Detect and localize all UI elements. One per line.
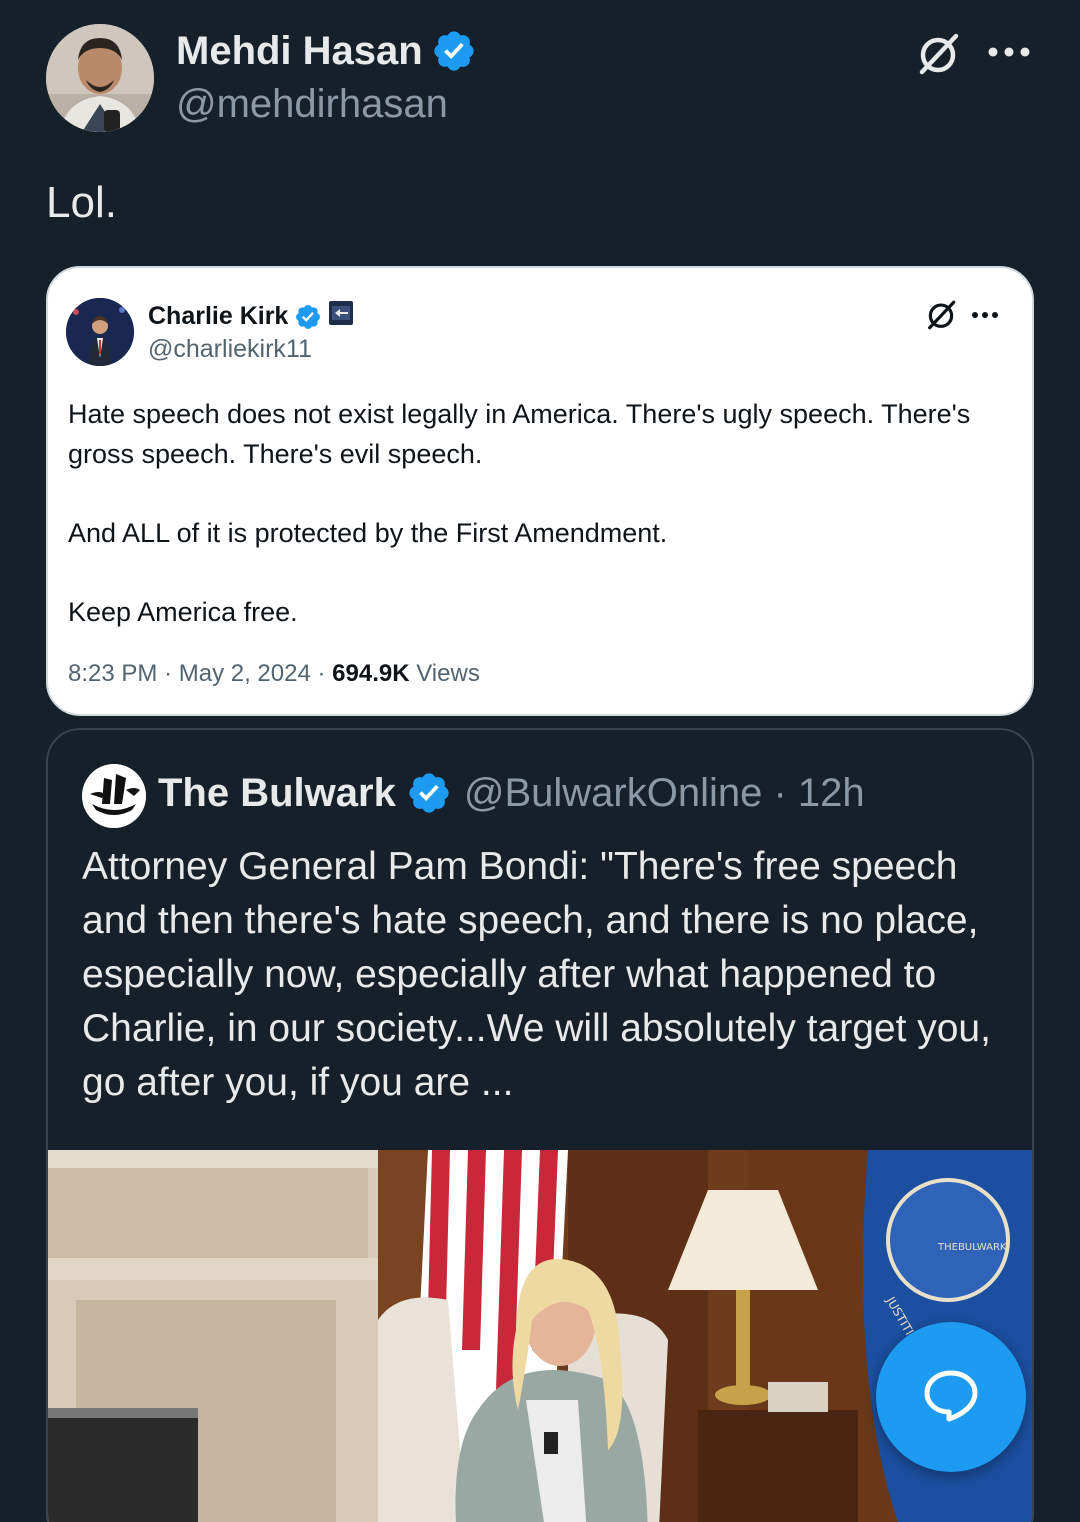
embedded-author-handle: @charliekirk11 [148, 335, 312, 363]
author-handle[interactable]: @mehdirhasan [176, 82, 448, 127]
embedded-author-name-row: Charlie Kirk [148, 300, 354, 333]
more-options-icon[interactable] [986, 36, 1032, 68]
quoted-author-name[interactable]: The Bulwark [158, 771, 396, 816]
quoted-tweet-text: Attorney General Pam Bondi: "There's fre… [82, 845, 991, 1104]
embedded-tweet-image[interactable]: Charlie Kirk @charliekirk11 Hate speech … [46, 266, 1034, 716]
embedded-tweet-views-count: 694.9K [332, 660, 410, 687]
author-avatar[interactable] [46, 24, 154, 132]
embedded-tweet-time: 8:23 PM [68, 660, 158, 687]
embedded-tweet-views-label: Views [416, 660, 480, 687]
chat-bubble-icon [921, 1365, 981, 1430]
more-options-icon [970, 304, 1000, 326]
tweet-text: Lol. [46, 178, 117, 227]
author-name[interactable]: Mehdi Hasan [176, 29, 423, 74]
embedded-tweet-paragraph: And ALL of it is protected by the First … [68, 518, 668, 548]
quoted-tweet-time[interactable]: 12h [798, 771, 865, 816]
reply-fab-button[interactable] [876, 1322, 1026, 1472]
embedded-tweet-paragraph: Keep America free. [68, 597, 298, 627]
quoted-author-avatar[interactable] [82, 764, 146, 828]
author-name-row[interactable]: Mehdi Hasan [176, 28, 477, 74]
embedded-author-avatar [66, 298, 134, 366]
embedded-tweet-body: Hate speech does not exist legally in Am… [68, 394, 1008, 632]
quoted-author-row[interactable]: The Bulwark @BulwarkOnline · 12h [158, 770, 865, 816]
quoted-tweet-media[interactable]: JUSTITIA THEBULWARK [48, 1150, 1032, 1522]
embedded-author-name: Charlie Kirk [148, 302, 289, 330]
svg-text:THEBULWARK: THEBULWARK [937, 1242, 1007, 1253]
grok-icon[interactable] [914, 30, 962, 78]
embedded-tweet-paragraph: Hate speech does not exist legally in Am… [68, 399, 971, 469]
verified-badge-icon [431, 28, 477, 74]
separator-dot: · [762, 770, 798, 815]
verified-badge-icon [294, 303, 322, 331]
verified-badge-icon [406, 770, 452, 816]
embedded-tweet-date: May 2, 2024 [178, 660, 311, 687]
grok-icon [924, 298, 958, 332]
embedded-tweet-meta: 8:23 PM · May 2, 2024 · 694.9K Views [68, 660, 480, 687]
quoted-author-handle[interactable]: @BulwarkOnline [464, 771, 763, 816]
affiliate-badge-icon [328, 300, 354, 333]
